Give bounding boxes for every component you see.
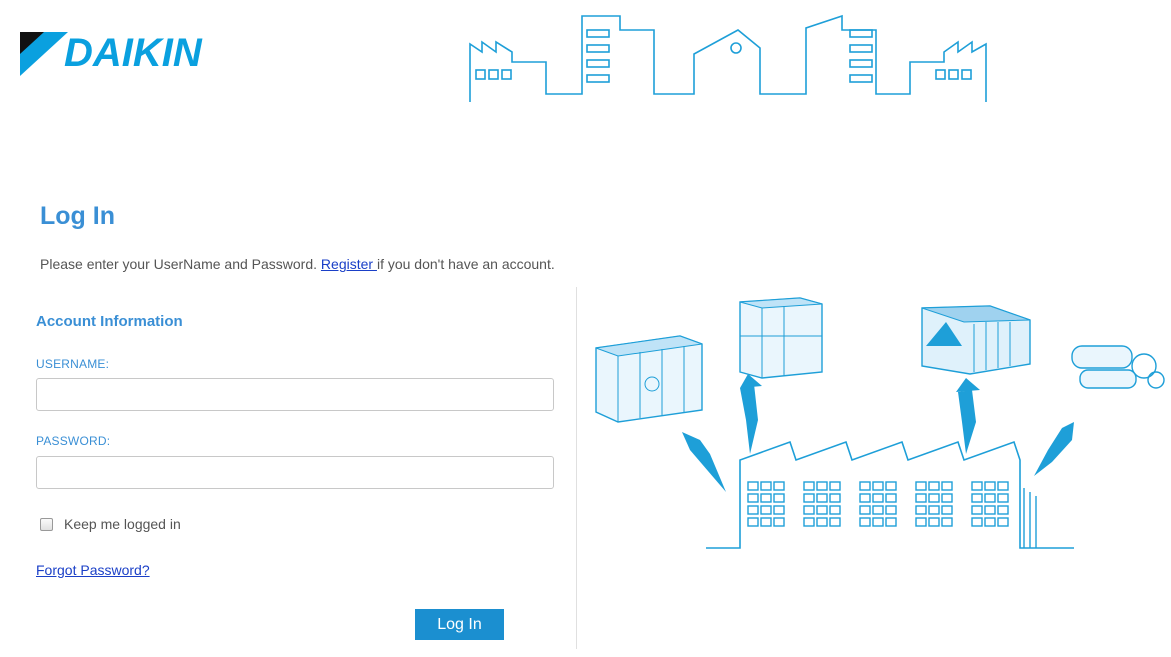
remember-me-row[interactable]: Keep me logged in (40, 516, 181, 532)
column-divider (576, 287, 577, 649)
factory-hvac-illustration (595, 297, 1165, 549)
page-title: Log In (40, 202, 115, 230)
factory-windows (747, 481, 1037, 548)
register-link[interactable]: Register (321, 256, 377, 272)
brand-name: DAIKIN (64, 31, 203, 75)
city-skyline-illustration (469, 14, 987, 102)
remember-me-checkbox[interactable] (40, 517, 53, 531)
username-label: USERNAME: (36, 357, 110, 371)
daikin-logo: DAIKIN (20, 31, 203, 76)
intro-suffix: if you don't have an account. (376, 256, 555, 272)
username-input[interactable] (36, 378, 554, 411)
intro-prefix: Please enter your UserName and Password. (40, 256, 321, 272)
intro-text: Please enter your UserName and Password.… (40, 256, 555, 272)
hvac-unit-screw-chiller (1071, 345, 1165, 389)
password-label: PASSWORD: (36, 434, 111, 448)
account-information-heading: Account Information (36, 313, 183, 330)
remember-me-label[interactable]: Keep me logged in (64, 516, 181, 532)
hvac-unit-chiller (921, 305, 1031, 375)
forgot-password-link[interactable]: Forgot Password? (36, 562, 150, 578)
login-button[interactable]: Log In (415, 609, 504, 640)
hvac-unit-air-handler (595, 335, 703, 423)
hvac-unit-rooftop (739, 297, 823, 379)
password-input[interactable] (36, 456, 554, 489)
